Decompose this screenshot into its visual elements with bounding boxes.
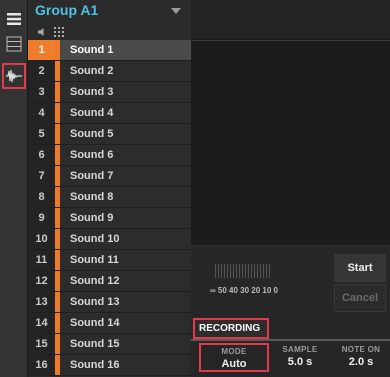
sound-name: Sound 8 (70, 191, 114, 203)
sound-number: 14 (28, 313, 55, 333)
sound-number: 8 (28, 187, 55, 207)
mode-param[interactable]: MODE Auto (199, 343, 269, 372)
mode-label: MODE (221, 347, 247, 356)
sound-number: 6 (28, 145, 55, 165)
sound-row[interactable]: 5 Sound 5 (28, 124, 191, 145)
waveform-display (191, 41, 390, 245)
sound-number: 11 (28, 250, 55, 270)
sound-number: 7 (28, 166, 55, 186)
sound-number: 2 (28, 61, 55, 81)
sound-row[interactable]: 16 Sound 16 (28, 355, 191, 376)
sampling-editor: ∞ 50 40 30 20 10 0 Start Cancel RECORDIN… (191, 0, 390, 377)
sound-color-swatch (55, 40, 60, 60)
sound-name: Sound 5 (70, 128, 114, 140)
meter-scale: ∞ 50 40 30 20 10 0 (210, 286, 278, 295)
sound-row[interactable]: 10 Sound 10 (28, 229, 191, 250)
sound-color-swatch (55, 313, 60, 333)
note-on-param[interactable]: NOTE ON 2.0 s (334, 345, 388, 368)
sound-name: Sound 3 (70, 86, 114, 98)
sound-row[interactable]: 13 Sound 13 (28, 292, 191, 313)
sound-row[interactable]: 2 Sound 2 (28, 61, 191, 82)
sound-color-swatch (55, 208, 60, 228)
cancel-button[interactable]: Cancel (334, 284, 386, 312)
group-header: Group A1 (28, 0, 191, 40)
note-on-value: 2.0 s (348, 356, 374, 368)
sound-color-swatch (55, 229, 60, 249)
sound-name: Sound 9 (70, 212, 114, 224)
mode-value: Auto (221, 358, 247, 370)
group-title[interactable]: Group A1 (35, 2, 98, 18)
note-on-label: NOTE ON (341, 345, 381, 354)
sound-row[interactable]: 8 Sound 8 (28, 187, 191, 208)
sound-name: Sound 14 (70, 317, 120, 329)
sound-list: 1 Sound 1 2 Sound 2 3 Sound 3 4 Sound 4 5 Sound 5… (28, 40, 191, 376)
sample-value: 5.0 s (287, 356, 313, 368)
sound-number: 12 (28, 271, 55, 291)
dropdown-arrow-icon[interactable] (171, 8, 181, 14)
start-button[interactable]: Start (334, 254, 386, 282)
sound-name: Sound 7 (70, 170, 114, 182)
sample-label: SAMPLE (282, 345, 318, 354)
sound-row[interactable]: 1 Sound 1 (28, 40, 191, 61)
sound-name: Sound 1 (70, 44, 114, 56)
sound-color-swatch (55, 271, 60, 291)
sound-color-swatch (55, 82, 60, 102)
sound-color-swatch (55, 166, 60, 186)
sound-color-swatch (55, 250, 60, 270)
sound-number: 9 (28, 208, 55, 228)
sound-row[interactable]: 14 Sound 14 (28, 313, 191, 334)
sound-name: Sound 6 (70, 149, 114, 161)
sound-name: Sound 11 (70, 254, 119, 266)
sound-color-swatch (55, 355, 60, 375)
group-panel: Group A1 1 Sound 1 2 Sound 2 3 Sound 3 4 Sound … (28, 0, 191, 377)
sound-row[interactable]: 6 Sound 6 (28, 145, 191, 166)
sound-color-swatch (55, 103, 60, 123)
sound-number: 3 (28, 82, 55, 102)
sound-number: 15 (28, 334, 55, 354)
sound-name: Sound 10 (70, 233, 120, 245)
sound-color-swatch (55, 187, 60, 207)
sound-row[interactable]: 12 Sound 12 (28, 271, 191, 292)
sound-color-swatch (55, 145, 60, 165)
editor-header (191, 0, 390, 40)
sound-name: Sound 13 (70, 296, 120, 308)
tool-strip (0, 0, 28, 377)
recording-tab[interactable]: RECORDING (193, 318, 269, 339)
list-icon[interactable] (2, 33, 26, 55)
waveform-icon[interactable] (2, 63, 26, 89)
sound-row[interactable]: 9 Sound 9 (28, 208, 191, 229)
sound-name: Sound 16 (70, 359, 120, 371)
sound-name: Sound 15 (70, 338, 120, 350)
sound-row[interactable]: 11 Sound 11 (28, 250, 191, 271)
sound-number: 1 (28, 40, 55, 60)
sound-number: 4 (28, 103, 55, 123)
sample-param[interactable]: SAMPLE 5.0 s (275, 345, 325, 368)
sound-name: Sound 12 (70, 275, 120, 287)
sound-number: 5 (28, 124, 55, 144)
sound-number: 16 (28, 355, 55, 375)
sound-color-swatch (55, 334, 60, 354)
sound-name: Sound 2 (70, 65, 114, 77)
sound-row[interactable]: 4 Sound 4 (28, 103, 191, 124)
sound-row[interactable]: 3 Sound 3 (28, 82, 191, 103)
sound-color-swatch (55, 124, 60, 144)
menu-icon[interactable] (2, 8, 26, 30)
sound-name: Sound 4 (70, 107, 114, 119)
sound-color-swatch (55, 61, 60, 81)
sound-color-swatch (55, 292, 60, 312)
sound-row[interactable]: 7 Sound 7 (28, 166, 191, 187)
input-level-meter (215, 264, 271, 278)
sound-row[interactable]: 15 Sound 15 (28, 334, 191, 355)
sound-number: 13 (28, 292, 55, 312)
sound-number: 10 (28, 229, 55, 249)
tab-underline (191, 339, 390, 341)
